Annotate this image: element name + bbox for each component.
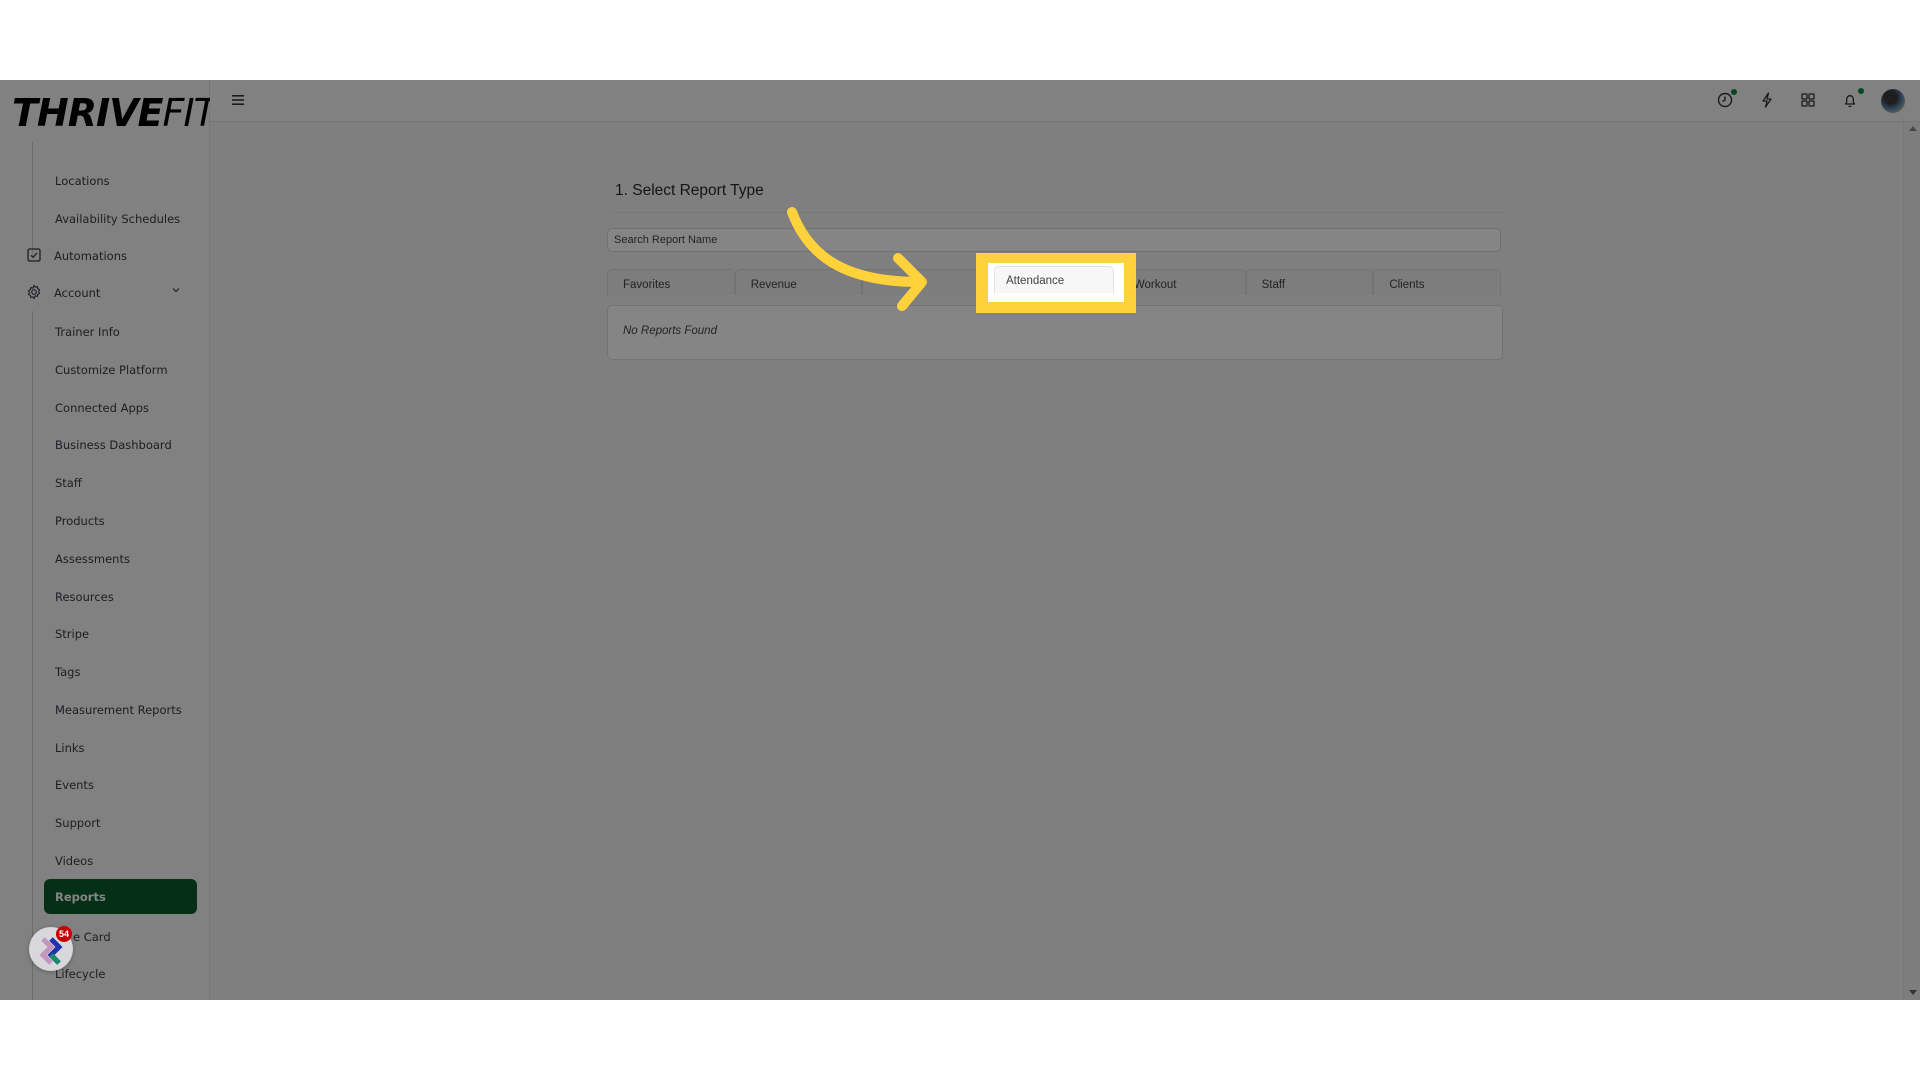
search-report-input[interactable] bbox=[608, 229, 1500, 251]
app-window: THRIVEFIT Locations Availability Schedul… bbox=[0, 80, 1920, 1000]
sidebar-item-links[interactable]: Links bbox=[55, 741, 85, 755]
sidebar-item-automations[interactable]: Automations bbox=[54, 249, 127, 263]
search-report-field[interactable] bbox=[607, 228, 1501, 252]
checkbox-icon bbox=[27, 248, 41, 262]
chat-widget-badge: 54 bbox=[56, 926, 72, 942]
sidebar-item-tags[interactable]: Tags bbox=[55, 665, 80, 679]
avatar[interactable] bbox=[1881, 89, 1905, 113]
sidebar: THRIVEFIT Locations Availability Schedul… bbox=[0, 80, 217, 1000]
sidebar-item-label: Reports bbox=[55, 890, 106, 904]
menu-icon[interactable] bbox=[230, 92, 246, 108]
sidebar-item-locations[interactable]: Locations bbox=[55, 174, 110, 188]
sidebar-item-assessments[interactable]: Assessments bbox=[55, 552, 130, 566]
sidebar-item-account[interactable]: Account bbox=[54, 286, 100, 300]
sidebar-item-staff[interactable]: Staff bbox=[55, 476, 82, 490]
curved-arrow-icon bbox=[787, 207, 927, 311]
sidebar-item-support[interactable]: Support bbox=[55, 816, 100, 830]
sidebar-item-products[interactable]: Products bbox=[55, 514, 105, 528]
notification-dot bbox=[1731, 89, 1737, 95]
highlighted-attendance-tab[interactable]: Attendance bbox=[994, 266, 1114, 293]
sidebar-item-availability-schedules[interactable]: Availability Schedules bbox=[55, 212, 180, 226]
sidebar-item-events[interactable]: Events bbox=[55, 778, 94, 792]
empty-message: No Reports Found bbox=[623, 325, 717, 337]
sidebar-item-videos[interactable]: Videos bbox=[55, 854, 93, 868]
attendance-highlight: Attendance bbox=[976, 253, 1136, 313]
gear-icon bbox=[27, 284, 41, 300]
lightning-icon[interactable] bbox=[1757, 90, 1777, 110]
chevron-down-icon[interactable] bbox=[172, 286, 180, 294]
section-title: 1. Select Report Type bbox=[615, 182, 764, 199]
sidebar-item-measurement-reports[interactable]: Measurement Reports bbox=[55, 703, 182, 717]
bell-icon[interactable] bbox=[1840, 90, 1860, 110]
notification-dot bbox=[1858, 88, 1864, 94]
top-header bbox=[210, 80, 1920, 122]
sidebar-item-business-dashboard[interactable]: Business Dashboard bbox=[55, 438, 172, 452]
divider bbox=[610, 212, 1505, 213]
sidebar-item-connected-apps[interactable]: Connected Apps bbox=[55, 401, 149, 415]
sidebar-item-reports[interactable]: Reports bbox=[44, 879, 197, 914]
sidebar-item-stripe[interactable]: Stripe bbox=[55, 627, 89, 641]
vertical-scrollbar[interactable] bbox=[1903, 122, 1920, 1000]
sidebar-item-customize-platform[interactable]: Customize Platform bbox=[55, 363, 168, 377]
results-panel: No Reports Found bbox=[607, 305, 1503, 360]
thrivefit-logo[interactable]: THRIVEFIT bbox=[12, 94, 217, 132]
apps-grid-icon[interactable] bbox=[1798, 90, 1818, 110]
sidebar-item-card[interactable]: e Card bbox=[73, 930, 111, 944]
tab-staff[interactable]: Staff bbox=[1245, 269, 1374, 295]
nav-tree-line bbox=[32, 311, 33, 1000]
sidebar-item-trainer-info[interactable]: Trainer Info bbox=[55, 325, 120, 339]
scroll-down-arrow-icon[interactable] bbox=[1909, 990, 1917, 995]
sidebar-item-resources[interactable]: Resources bbox=[55, 590, 114, 604]
nav-tree-line bbox=[32, 142, 33, 257]
tab-clients[interactable]: Clients bbox=[1373, 269, 1502, 295]
tab-favorites[interactable]: Favorites bbox=[607, 269, 735, 295]
tab-workout[interactable]: Workout bbox=[1117, 269, 1246, 295]
scroll-up-arrow-icon[interactable] bbox=[1909, 126, 1917, 131]
